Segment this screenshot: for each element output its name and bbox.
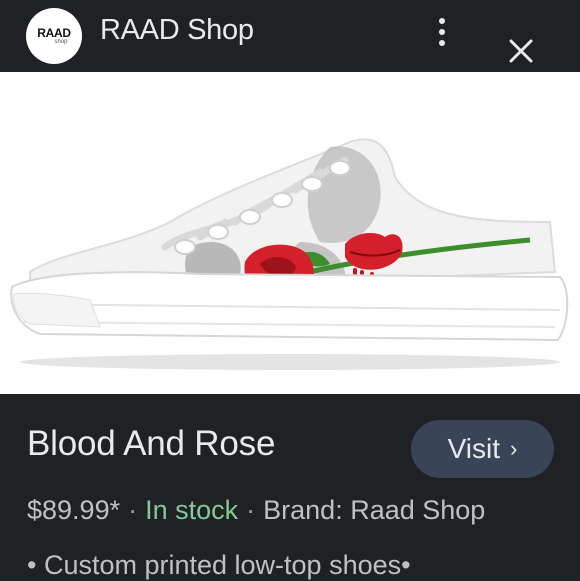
product-title[interactable]: Blood And Rose (27, 424, 275, 464)
price: $89.99* (27, 495, 121, 525)
stock-status: In stock (145, 495, 239, 525)
product-details: Blood And Rose Visit › $89.99* · In stock ·… (0, 394, 580, 580)
visit-button[interactable]: Visit › (411, 420, 554, 478)
product-meta: $89.99* · In stock · Brand: Raad Shop (27, 495, 485, 526)
header-bar: RAAD shop RAAD Shop (0, 0, 580, 72)
more-vert-icon[interactable] (430, 14, 454, 50)
chevron-right-icon: › (510, 436, 518, 461)
site-title[interactable]: RAAD Shop (100, 14, 254, 47)
logo-text: RAAD (37, 25, 71, 40)
visit-label: Visit (447, 433, 501, 464)
close-icon[interactable] (504, 34, 538, 68)
product-description: • Custom printed low-top shoes• (27, 550, 411, 580)
brand: Brand: Raad Shop (263, 495, 486, 525)
logo-subtext: shop (54, 38, 68, 45)
separator: · (128, 495, 138, 525)
site-logo[interactable]: RAAD shop (26, 8, 82, 64)
separator: · (246, 495, 256, 525)
product-image[interactable] (0, 72, 580, 394)
